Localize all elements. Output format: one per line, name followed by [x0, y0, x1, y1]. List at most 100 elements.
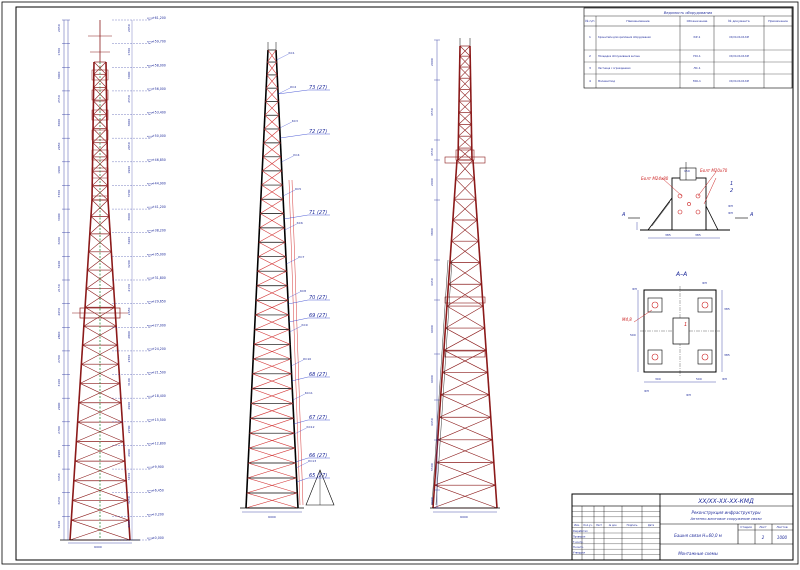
sheets-total: 1000 — [777, 535, 788, 540]
tower-1-sub-dim: 3200 — [127, 260, 131, 268]
tower-1-level: +31,800 — [152, 276, 166, 280]
tower-2-callout: 67 (27) — [309, 415, 327, 421]
tower-2-callout: 70 (27) — [309, 295, 327, 301]
title-object: Башня связи Н=60,0 м — [674, 533, 722, 538]
weld-label: М4,8 — [622, 317, 632, 322]
spec-col-name: Наименование — [626, 19, 649, 23]
tower-1-dim: 3700 — [57, 190, 61, 198]
tower-1-dim: 3200 — [57, 261, 61, 269]
title-block: Изм. Кол.уч. Лист № док. Подпись Дата Разработ… — [571, 493, 794, 561]
equipment-spec-table: Ведомость оборудования № п/п Наименовани… — [583, 7, 793, 89]
spec-row-4-code: МО-1 — [693, 79, 701, 83]
tower-1-sub-dim: 2050 — [127, 24, 131, 32]
tower-1-dim: 2050 — [57, 24, 61, 32]
tower-1-dim: 2900 — [57, 402, 61, 410]
tower-1-sub-dim: 2150 — [127, 284, 131, 292]
tower-1-level: +38,200 — [152, 229, 166, 233]
tower-2-node-label: КС12 — [306, 425, 314, 429]
tower-1-level: +27,000 — [152, 323, 166, 327]
spec-row-4-doc: XX/XX-XX-XX-КМ — [729, 80, 749, 83]
tower-1-dim: 3000 — [57, 72, 61, 80]
tower-1-sub-dim: 2700 — [127, 425, 131, 433]
section-arrow-right: А — [749, 212, 754, 218]
tower-1-sub-dim: 3200 — [127, 237, 131, 245]
bolt-label-m24: Болт М24х80 — [641, 176, 669, 181]
spec-row-2-doc: XX/XX-XX-XX-КМ — [729, 55, 749, 58]
plate-label-1: ФП — [728, 204, 733, 208]
tower-1-level: +18,400 — [152, 394, 166, 398]
tower-1-sub-dim: 1700 — [127, 48, 131, 56]
title-line-1: Реконструкция инфраструктуры — [691, 510, 760, 515]
title-col-header: № док. — [609, 524, 618, 527]
tower-2-node-label: КС2 — [290, 85, 296, 89]
tower-1-dim: 3000 — [57, 213, 61, 221]
title-role: Т.контр. — [573, 541, 584, 544]
tower-3-dim: 2000 — [430, 58, 434, 66]
section-a-a-detail: А–А М4,8 1 ФП ФП ФП ФП ФП 300 500 385 38… — [622, 271, 730, 397]
plan-plate-1: ФП — [632, 287, 637, 291]
tower-1-dim: 2650 — [57, 308, 61, 316]
spec-row-2-code: ПО-1 — [693, 54, 701, 58]
tower-1-sub-dim: 2900 — [127, 402, 131, 410]
title-role: Проверил — [573, 535, 586, 538]
plan-plate-4: ФП — [644, 389, 649, 393]
tower-1-dim: 2800 — [57, 332, 61, 340]
spec-row-1-num: 1 — [589, 35, 591, 39]
tower-elevation-3: 2000 4550 4550 2000 3800 4450 6000 6000 4450 5500… — [430, 38, 500, 519]
tower-1-dim: 2700 — [57, 426, 61, 434]
section-arrow-left: А — [621, 212, 626, 218]
tower-1-sub-dim: 2700 — [127, 355, 131, 363]
drawing-sheet: 2050 1700 3000 2550 3000 2950 1900 3700 3000 3200… — [0, 0, 800, 566]
spec-row-4-num: 4 — [589, 79, 591, 83]
tower-1-level: +44,900 — [152, 181, 166, 185]
sheet-number: 2 — [762, 535, 765, 540]
stage-header: Стадия — [740, 525, 752, 529]
spec-row-3-code: ЛС-1 — [693, 66, 700, 70]
tower-3-dim: 4550 — [430, 148, 434, 156]
tower-2-node-label: КС1 — [288, 51, 294, 55]
title-col-header: Лист — [596, 524, 603, 527]
plan-plate-3: ФП — [722, 377, 727, 381]
tower-1-level: +3,200 — [152, 512, 164, 516]
spec-row-3-name: Лестница с ограждением — [598, 67, 631, 70]
tower-elevation-1: 2050 1700 3000 2550 3000 2950 1900 3700 3000 3200… — [57, 16, 166, 549]
spec-row-1-doc: XX/XX-XX-XX-КМ — [729, 36, 749, 39]
tower-2-callout: 73 (27) — [309, 85, 327, 91]
title-role: Разработал — [573, 530, 588, 533]
tower-1-dim: 2950 — [57, 142, 61, 150]
section-a-a-label: А–А — [675, 271, 687, 278]
tower-1-level: ±0,000 — [152, 536, 164, 540]
tower-1-dim: 3200 — [57, 521, 61, 529]
tower-1-level: +59,700 — [152, 40, 166, 44]
tower-2-base-width: 6000 — [268, 515, 276, 519]
svg-text:385: 385 — [724, 353, 730, 357]
tower-1-dim: 3250 — [57, 497, 61, 505]
tower-2-node-label: КС6 — [297, 221, 303, 225]
tower-elevation-2: 73 (27) 72 (27) 71 (27) 70 (27) 69 (27) 68 (2… — [240, 42, 335, 519]
tower-1-sub-dim: 3000 — [127, 119, 131, 127]
tower-1-level: +24,200 — [152, 347, 166, 351]
tower-2-node-label: КС10 — [303, 357, 311, 361]
tower-1-level: +21,500 — [152, 371, 166, 375]
title-col-header: Подпись — [627, 524, 638, 527]
tower-1-level: +6,450 — [152, 489, 164, 493]
tower-1-level: +15,500 — [152, 418, 166, 422]
detail-mark-2: 2 — [730, 188, 733, 194]
plan-plate-5: ФП — [686, 393, 691, 397]
spec-col-num: № п/п — [585, 19, 594, 23]
spec-col-doc: № документа — [728, 19, 749, 23]
tower-1-sub-dim: 3000 — [127, 213, 131, 221]
tower-1-level: +56,000 — [152, 87, 166, 91]
tower-1-sub-dim: 2900 — [127, 449, 131, 457]
tower-1-dim: 2700 — [57, 355, 61, 363]
tower-2-callout: 69 (27) — [309, 313, 327, 319]
tower-2-callout: 71 (27) — [309, 210, 327, 216]
sheets-header: Листов — [776, 525, 787, 529]
spec-row-4-name: Молниеотвод — [598, 80, 615, 83]
tower-1-level: +35,000 — [152, 252, 166, 256]
tower-2-node-label: КС7 — [298, 255, 304, 259]
title-role: Н.контр. — [573, 546, 584, 549]
tower-3-structure — [430, 38, 500, 513]
bolt-label-m20: Болт М20х70 — [700, 168, 728, 173]
section-mark-1: 1 — [684, 322, 687, 328]
